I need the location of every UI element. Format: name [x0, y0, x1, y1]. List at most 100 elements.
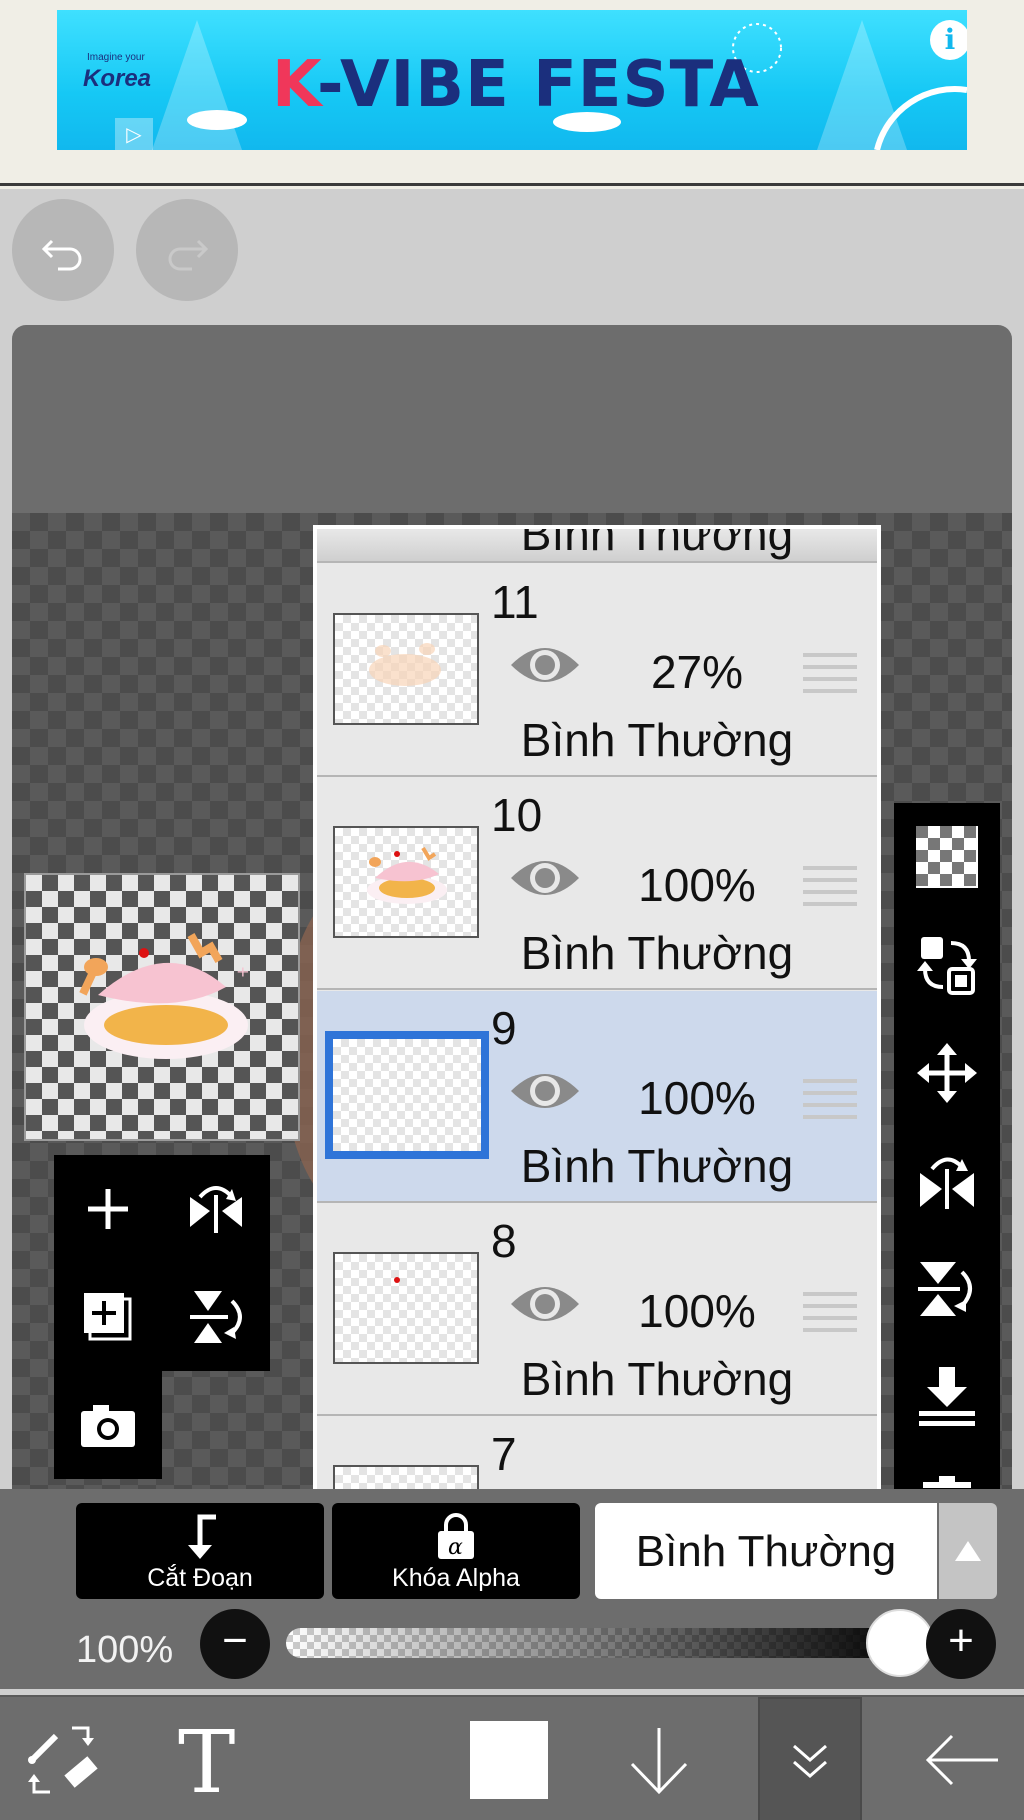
layer-blend-mode: Bình Thường	[520, 927, 794, 979]
duplicate-layer-icon	[84, 1293, 132, 1341]
layer-opacity: 100%	[638, 1285, 756, 1337]
checkerboard-icon	[916, 826, 978, 888]
redo-icon	[168, 239, 209, 271]
svg-text:⁺: ⁺	[236, 962, 250, 992]
ad-title: K-VIBE FESTA	[272, 48, 760, 122]
opacity-decrease-button[interactable]: −	[200, 1609, 270, 1679]
left-layer-tools-camera	[54, 1371, 162, 1479]
clipping-label: Cắt Đoạn	[147, 1564, 253, 1592]
layer-row[interactable]: 10 100% Bình Thường	[317, 778, 877, 990]
opacity-slider[interactable]	[286, 1628, 914, 1658]
alpha-lock-label: Khóa Alpha	[392, 1564, 520, 1592]
redo-button[interactable]	[136, 199, 238, 301]
layer-thumbnail-art	[367, 846, 447, 904]
merge-down-button[interactable]	[894, 1343, 1000, 1451]
brush-eraser-toggle-button[interactable]	[0, 1697, 124, 1820]
plus-icon	[88, 1189, 128, 1229]
layer-thumbnail[interactable]	[333, 1252, 479, 1364]
back-button[interactable]	[900, 1697, 1024, 1820]
ad-strip: Imagine your Korea K-VIBE FESTA i ✕ ▷	[0, 0, 1024, 186]
ad-brand-tagline: Imagine your	[87, 52, 145, 63]
color-picker-button[interactable]	[450, 1697, 568, 1820]
blend-mode-dropdown-button[interactable]	[939, 1503, 997, 1599]
undo-icon	[41, 239, 82, 271]
app-area: ⁺ Bình Thường 11 27% Bình Thường 10 100%…	[0, 189, 1024, 1820]
layer-blend-mode: Bình Thường	[520, 1140, 794, 1192]
blend-mode-value: Bình Thường	[635, 1527, 897, 1576]
add-layer-button[interactable]	[54, 1155, 162, 1263]
ad-title-accent: K	[272, 48, 318, 122]
eye-icon	[511, 1287, 579, 1321]
svg-text:α: α	[448, 1535, 463, 1560]
opacity-value: 100%	[76, 1629, 174, 1671]
layer-opacity: 27%	[650, 646, 744, 698]
triangle-up-icon	[955, 1541, 981, 1561]
layer-visibility-toggle[interactable]	[507, 1278, 583, 1335]
cake-artwork: ⁺	[79, 933, 250, 1059]
flip-vertical-icon	[918, 1262, 972, 1316]
text-tool-button[interactable]: T	[150, 1697, 274, 1820]
layer-thumbnail-art	[394, 1277, 400, 1283]
download-button[interactable]	[600, 1697, 718, 1820]
lock-icon: α	[438, 1513, 474, 1560]
clipping-arrow-icon	[188, 1514, 216, 1559]
layer-row[interactable]: 11 27% Bình Thường	[317, 565, 877, 777]
text-icon: T	[178, 1720, 235, 1800]
blend-mode-select[interactable]: Bình Thường	[595, 1503, 937, 1599]
layers-panel-toggle-button[interactable]	[758, 1697, 862, 1820]
undo-button[interactable]	[12, 199, 114, 301]
layer-drag-handle[interactable]	[803, 1292, 857, 1340]
left-layer-tools	[54, 1155, 270, 1371]
layer-number: 8	[491, 1215, 517, 1267]
flip-vertical-button[interactable]	[162, 1263, 270, 1371]
layer-visibility-toggle[interactable]	[507, 852, 583, 909]
chevron-double-down-icon	[793, 1744, 827, 1778]
move-tool-button[interactable]	[894, 1019, 1000, 1127]
eye-icon	[511, 1074, 579, 1108]
move-arrows-icon	[917, 1043, 977, 1103]
brush-eraser-icon	[28, 1726, 98, 1793]
transparency-tool-button[interactable]	[894, 803, 1000, 911]
layer-number: 9	[491, 1002, 517, 1054]
swap-icon	[917, 937, 977, 995]
arrow-down-icon	[630, 1727, 688, 1794]
flip-vertical-tool-button[interactable]	[894, 1235, 1000, 1343]
layer-row[interactable]: 9 100% Bình Thường	[317, 991, 877, 1203]
flip-horizontal-button[interactable]	[162, 1155, 270, 1263]
add-layer-copy-button[interactable]	[54, 1263, 162, 1371]
ad-title-rest: -VIBE FESTA	[317, 48, 760, 122]
layer-drag-handle[interactable]	[803, 653, 857, 701]
flip-horizontal-icon	[920, 1157, 974, 1209]
adchoices-icon[interactable]: ▷	[115, 118, 153, 150]
ad-brand-logo: Korea	[83, 65, 152, 92]
ad-info-icon[interactable]: i	[930, 20, 967, 60]
layer-visibility-toggle[interactable]	[507, 1065, 583, 1122]
layer-drag-handle[interactable]	[803, 1079, 857, 1127]
layer-visibility-toggle[interactable]	[507, 639, 583, 696]
layer-blend-mode: Bình Thường	[520, 714, 794, 766]
layer-number: 10	[491, 789, 543, 841]
ad-banner[interactable]: Imagine your Korea K-VIBE FESTA i ✕ ▷	[57, 10, 967, 150]
bottom-toolbar: T	[0, 1695, 1024, 1820]
layer-blend-mode: Bình Thường	[520, 1353, 794, 1405]
eye-icon	[511, 861, 579, 895]
layer-thumbnail-art	[369, 643, 441, 686]
flip-horizontal-icon	[190, 1186, 242, 1233]
layer-drag-handle[interactable]	[803, 866, 857, 914]
navigator-preview[interactable]: ⁺	[24, 873, 300, 1141]
layer-row-partial[interactable]: Bình Thường	[317, 529, 877, 563]
opacity-increase-button[interactable]: +	[926, 1609, 996, 1679]
layer-row[interactable]: 8 100% Bình Thường	[317, 1204, 877, 1416]
clipping-button[interactable]: Cắt Đoạn	[76, 1503, 324, 1599]
layer-number: 11	[491, 576, 539, 628]
swap-layer-button[interactable]	[894, 911, 1000, 1019]
flip-horizontal-tool-button[interactable]	[894, 1127, 1000, 1235]
alpha-lock-button[interactable]: α Khóa Alpha	[332, 1503, 580, 1599]
layer-thumbnail[interactable]	[333, 826, 479, 938]
opacity-slider-thumb[interactable]	[866, 1609, 934, 1677]
layer-number: 7	[491, 1428, 517, 1480]
layer-thumbnail[interactable]	[325, 1031, 489, 1159]
layer-thumbnail[interactable]	[333, 613, 479, 725]
layer-blend-mode: Bình Thường	[520, 529, 794, 560]
camera-button[interactable]	[54, 1371, 162, 1479]
